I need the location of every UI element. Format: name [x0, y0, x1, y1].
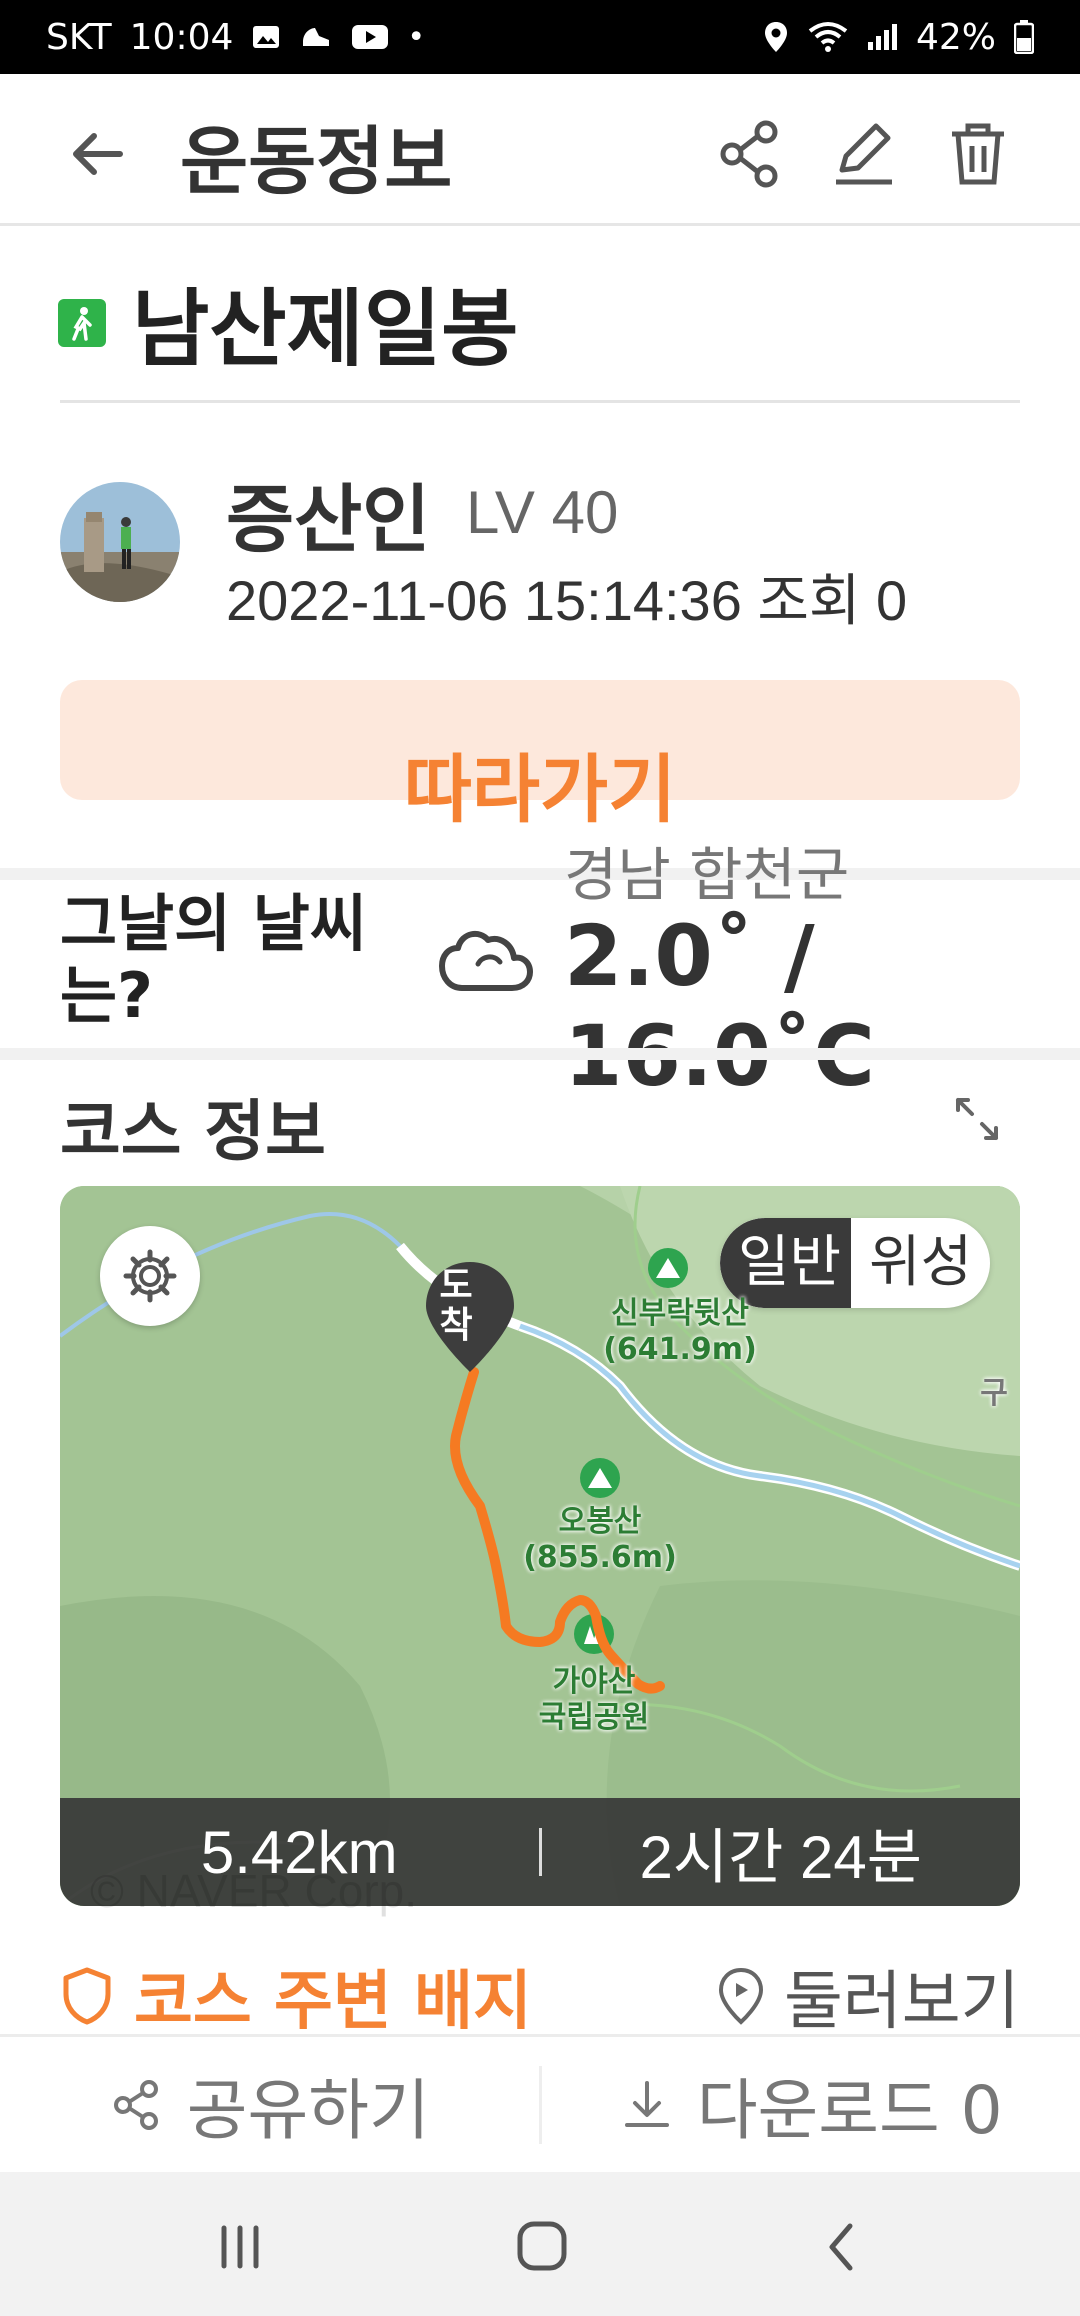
mountain-peak-icon	[648, 1248, 688, 1288]
dot-icon: •	[407, 19, 426, 55]
map-type-toggle[interactable]: 일반 위성	[720, 1218, 991, 1308]
gear-icon	[123, 1249, 177, 1303]
battery-percent: 42%	[915, 16, 996, 58]
wifi-icon	[808, 22, 848, 52]
app-header: 운동정보	[0, 74, 1080, 226]
share-icon[interactable]	[710, 114, 790, 194]
section-separator	[0, 868, 1080, 880]
page-title: 운동정보	[180, 119, 453, 205]
expand-icon[interactable]	[952, 1094, 1002, 1144]
trash-icon[interactable]	[938, 114, 1018, 194]
map-label-peak: 신부락뒷산 (641.9m)	[603, 1296, 757, 1367]
download-icon	[624, 2080, 669, 2127]
weather-temperature: 2.0˚ / 16.0˚C	[564, 907, 875, 1105]
look-around-label: 둘러보기	[784, 1965, 1020, 2039]
arrival-label: 도착	[439, 1265, 473, 1346]
arrow-left-icon[interactable]	[62, 118, 134, 190]
section-separator	[0, 1048, 1080, 1060]
clock: 10:04	[129, 16, 234, 58]
share-action-label: 공유하기	[186, 2071, 430, 2149]
author-name: 증산인	[226, 477, 431, 563]
back-nav-icon[interactable]	[804, 2212, 884, 2282]
home-icon[interactable]	[502, 2212, 582, 2282]
nearby-badges-label: 코스 주변 배지	[134, 1965, 532, 2039]
weather-location: 경남 합천군	[564, 841, 850, 909]
pencil-icon[interactable]	[824, 114, 904, 194]
cloud-icon	[439, 930, 533, 991]
trail-name: 남산제일봉	[132, 280, 519, 378]
avatar[interactable]	[60, 482, 180, 602]
share-action[interactable]: 공유하기	[0, 2057, 539, 2153]
shield-icon	[63, 1967, 111, 2025]
map-label-peak: 오봉산 (855.6m)	[523, 1504, 677, 1575]
location-icon	[764, 22, 787, 52]
shoe-icon	[303, 28, 330, 46]
recent-apps-icon[interactable]	[200, 2212, 280, 2282]
weather-question: 그날의 날씨는?	[60, 887, 367, 1032]
bottom-actions: 공유하기 다운로드 0	[0, 2034, 1080, 2172]
share-icon	[113, 2079, 158, 2130]
author-level: LV 40	[466, 479, 619, 546]
hiking-icon	[58, 298, 106, 347]
post-meta: 2022-11-06 15:14:36 조회 0	[226, 569, 908, 632]
mountain-peak-icon	[580, 1458, 620, 1498]
map-settings-button[interactable]	[100, 1226, 200, 1326]
map-label-district: 구	[980, 1376, 1008, 1411]
gallery-icon	[253, 26, 280, 48]
map-pin-icon	[718, 1967, 764, 2025]
map-type-satellite[interactable]: 위성	[851, 1218, 990, 1308]
download-action-label: 다운로드 0	[696, 2071, 1003, 2149]
status-bar: SKT 10:04 • 42%	[0, 0, 1080, 74]
divider	[60, 400, 1020, 403]
course-map[interactable]: 일반 위성 도착 신부락뒷산 (641.9m) 오봉산 (855.6m) 가야산…	[60, 1186, 1020, 1906]
map-label-park: 가야산 국립공원	[538, 1664, 650, 1735]
map-type-normal[interactable]: 일반	[720, 1218, 852, 1308]
course-info-title: 코스 정보	[60, 1093, 326, 1170]
look-around-button[interactable]: 둘러보기	[716, 1950, 1020, 2042]
carrier: SKT	[46, 16, 112, 58]
battery-icon	[1014, 20, 1034, 54]
course-duration: 2시간 24분	[639, 1823, 922, 1891]
system-nav-bar	[0, 2172, 1080, 2316]
signal-icon	[867, 24, 897, 50]
map-copyright: © NAVER Corp.	[90, 1865, 418, 1917]
trail-title: 남산제일봉	[58, 262, 518, 383]
nearby-badges-link[interactable]: 코스 주변 배지	[60, 1950, 532, 2042]
follow-button-label[interactable]: 따라가기	[0, 730, 1080, 837]
download-action[interactable]: 다운로드 0	[542, 2057, 1080, 2153]
youtube-icon	[352, 25, 389, 49]
